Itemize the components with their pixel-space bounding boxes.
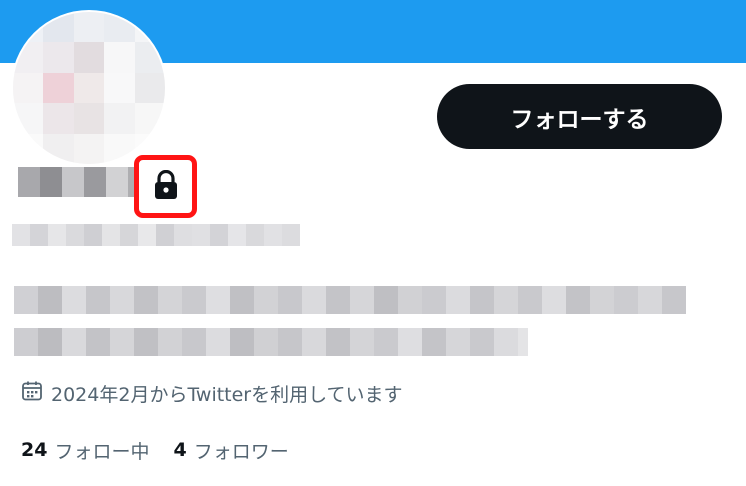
follow-stats: 24 フォロー中 4 フォロワー [21, 435, 289, 465]
protected-account-lock-highlight [134, 155, 197, 218]
bio-obscured-line-2 [14, 328, 528, 356]
joined-date-text: 2024年2月からTwitterを利用しています [51, 383, 403, 406]
profile-avatar[interactable] [11, 10, 167, 166]
following-label: フォロー中 [54, 440, 150, 463]
followers-count: 4 [173, 439, 187, 461]
follow-button[interactable]: フォローする [437, 84, 722, 149]
username-obscured [12, 224, 300, 246]
display-name-obscured [18, 167, 148, 197]
followers-link[interactable]: 4 フォロワー [173, 437, 288, 464]
following-link[interactable]: 24 フォロー中 [21, 437, 149, 464]
joined-date: 2024年2月からTwitterを利用しています [21, 378, 403, 408]
lock-icon [153, 169, 179, 204]
followers-label: フォロワー [193, 440, 289, 463]
bio-obscured-line-1 [14, 286, 686, 314]
following-count: 24 [21, 439, 48, 461]
calendar-icon [21, 380, 43, 407]
